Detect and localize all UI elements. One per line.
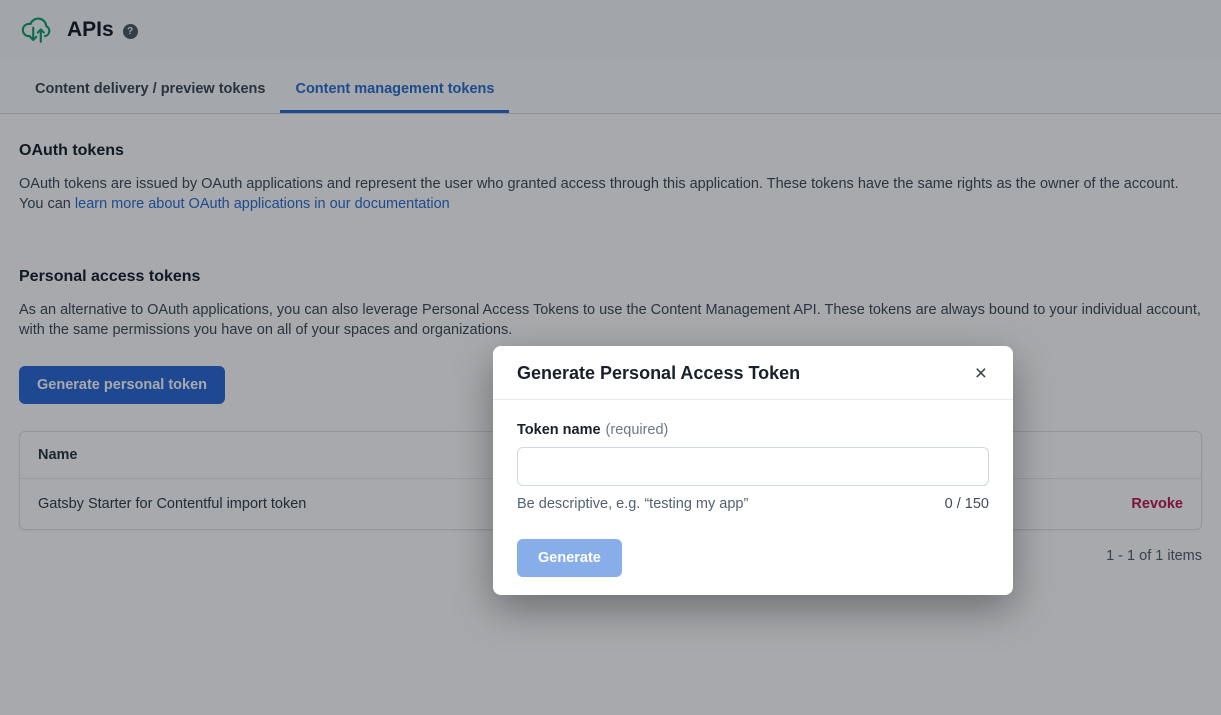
character-counter: 0 / 150 [945,496,989,512]
token-name-label-text: Token name [517,422,601,438]
helper-row: Be descriptive, e.g. “testing my app” 0 … [517,496,989,512]
modal-footer: Generate [493,512,1013,595]
generate-submit-button[interactable]: Generate [517,539,622,577]
close-icon[interactable]: × [973,363,989,384]
token-name-input[interactable] [517,447,989,486]
token-name-helper-text: Be descriptive, e.g. “testing my app” [517,496,748,512]
modal-header: Generate Personal Access Token × [493,346,1013,400]
token-name-required-hint: (required) [606,422,669,438]
modal-title: Generate Personal Access Token [517,363,800,384]
modal-body: Token name (required) Be descriptive, e.g… [493,400,1013,512]
token-name-label: Token name (required) [517,422,989,438]
generate-token-modal: Generate Personal Access Token × Token n… [493,346,1013,595]
